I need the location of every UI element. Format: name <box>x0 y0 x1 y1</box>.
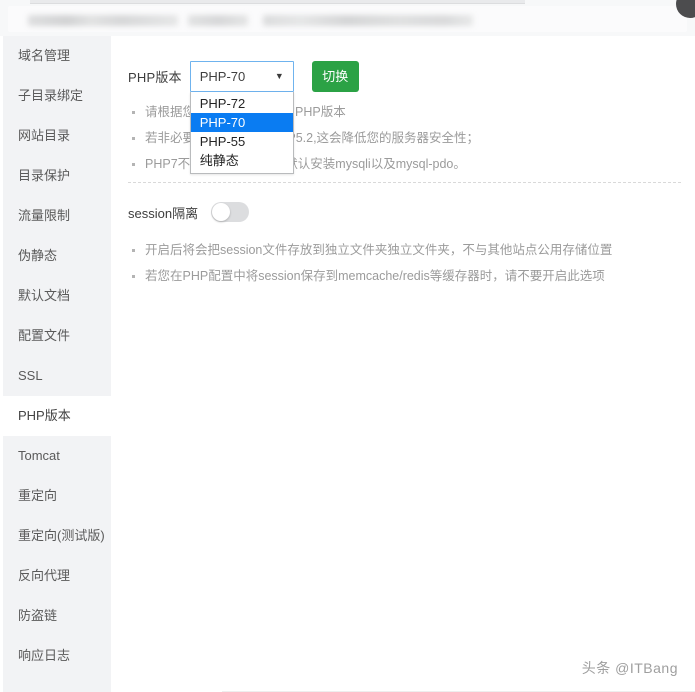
sidebar-item-label: Tomcat <box>18 448 60 463</box>
sidebar-item-reverse-proxy[interactable]: 反向代理 <box>0 556 111 596</box>
sidebar-item-default-document[interactable]: 默认文档 <box>0 276 111 316</box>
app-window: 域名管理 子目录绑定 网站目录 目录保护 流量限制 伪静态 默认文档 配置文件 … <box>0 0 695 692</box>
sidebar-item-redirect-beta[interactable]: 重定向(测试版) <box>0 516 111 556</box>
php-option-label: PHP-55 <box>199 133 246 149</box>
sidebar-item-config-file[interactable]: 配置文件 <box>0 316 111 356</box>
sidebar-item-response-log[interactable]: 响应日志 <box>0 636 111 676</box>
section-divider <box>128 182 681 183</box>
php-version-label: PHP版本 <box>128 69 182 85</box>
sidebar-item-ssl[interactable]: SSL <box>0 356 111 396</box>
php-version-option-list: PHP-72 PHP-70 PHP-55 纯静态 <box>189 91 294 174</box>
sidebar-item-label: 目录保护 <box>18 168 71 183</box>
top-header-bar <box>0 0 695 37</box>
chevron-down-icon: ▼ <box>274 70 284 81</box>
toggle-knob <box>212 203 231 221</box>
sidebar-item-label: 伪静态 <box>18 248 58 263</box>
switch-php-version-button[interactable]: 切换 <box>311 60 359 92</box>
session-tip-item: 开启后将会把session文件存放到独立文件夹独立文件夹，不与其他站点公用存储位… <box>128 242 612 259</box>
session-tips-list: 开启后将会把session文件存放到独立文件夹独立文件夹，不与其他站点公用存储位… <box>128 242 612 294</box>
session-isolation-toggle[interactable] <box>211 202 250 222</box>
sidebar-item-label: PHP版本 <box>18 408 71 423</box>
sidebar-item-site-directory[interactable]: 网站目录 <box>0 116 111 156</box>
sidebar-item-anti-leech[interactable]: 防盗链 <box>0 596 111 636</box>
watermark: 头条 @ITBang <box>581 660 678 676</box>
php-tip-item: 请根据您的程序选择合适的PHP版本 <box>128 104 479 121</box>
sidebar-item-tomcat[interactable]: Tomcat <box>0 436 111 476</box>
browser-tabstrip-fragment <box>30 0 525 4</box>
php-tip-item: 若非必要，请不要选择PHP5.2,这会降低您的服务器安全性； <box>128 130 479 147</box>
php-option-label: PHP-72 <box>199 95 246 111</box>
php-version-select-wrapper: PHP-70 ▼ PHP-72 PHP-70 PHP-55 纯静态 <box>189 60 294 174</box>
php-version-select[interactable]: PHP-70 ▼ <box>189 60 294 92</box>
php-version-selected-value: PHP-70 <box>199 68 246 84</box>
php-option-php-55[interactable]: PHP-55 <box>191 132 293 151</box>
sidebar-item-label: 域名管理 <box>18 48 71 63</box>
blurred-header-text-1 <box>28 15 178 26</box>
sidebar-item-php-version[interactable]: PHP版本 <box>0 396 111 436</box>
php-tip-item: PHP7不支持mysql扩展，默认安装mysqli以及mysql-pdo。 <box>128 156 479 173</box>
sidebar-item-label: 重定向 <box>18 488 58 503</box>
php-version-row: PHP版本 PHP-70 ▼ PHP-72 PHP-70 PHP-55 纯静态 … <box>128 60 359 174</box>
sidebar-item-label: 重定向(测试版) <box>18 528 105 543</box>
sidebar-item-label: 子目录绑定 <box>18 88 84 103</box>
sidebar-item-label: 网站目录 <box>18 128 71 143</box>
sidebar-item-label: SSL <box>18 368 43 383</box>
php-option-label: PHP-70 <box>199 114 246 130</box>
sidebar-item-redirect[interactable]: 重定向 <box>0 476 111 516</box>
sidebar-item-label: 响应日志 <box>18 648 71 663</box>
sidebar-item-pseudo-static[interactable]: 伪静态 <box>0 236 111 276</box>
blurred-header-text-3 <box>263 15 473 26</box>
sidebar-item-label: 防盗链 <box>18 608 58 623</box>
sidebar-item-domain-manage[interactable]: 域名管理 <box>0 36 111 76</box>
session-tip-item: 若您在PHP配置中将session保存到memcache/redis等缓存器时，… <box>128 268 612 285</box>
content-area: 域名管理 子目录绑定 网站目录 目录保护 流量限制 伪静态 默认文档 配置文件 … <box>0 36 695 692</box>
sidebar-item-directory-protect[interactable]: 目录保护 <box>0 156 111 196</box>
sidebar-item-subdir-bind[interactable]: 子目录绑定 <box>0 76 111 116</box>
sidebar-item-label: 流量限制 <box>18 208 71 223</box>
sidebar-item-label: 配置文件 <box>18 328 71 343</box>
sidebar-item-label: 反向代理 <box>18 568 71 583</box>
php-option-php-72[interactable]: PHP-72 <box>191 94 293 113</box>
php-option-label: 纯静态 <box>199 152 239 168</box>
php-option-pure-static[interactable]: 纯静态 <box>191 151 293 170</box>
session-isolation-label: session隔离 <box>128 205 199 221</box>
sidebar-item-label: 默认文档 <box>18 288 71 303</box>
header-content-strip <box>8 6 687 32</box>
sidebar-item-traffic-limit[interactable]: 流量限制 <box>0 196 111 236</box>
blurred-header-text-2 <box>188 15 248 26</box>
php-version-tips-list: 请根据您的程序选择合适的PHP版本 若非必要，请不要选择PHP5.2,这会降低您… <box>128 104 479 182</box>
php-option-php-70[interactable]: PHP-70 <box>190 112 293 132</box>
main-panel: PHP版本 PHP-70 ▼ PHP-72 PHP-70 PHP-55 纯静态 … <box>111 36 695 692</box>
session-isolation-row: session隔离 <box>128 199 250 225</box>
sidebar-nav: 域名管理 子目录绑定 网站目录 目录保护 流量限制 伪静态 默认文档 配置文件 … <box>0 36 112 692</box>
